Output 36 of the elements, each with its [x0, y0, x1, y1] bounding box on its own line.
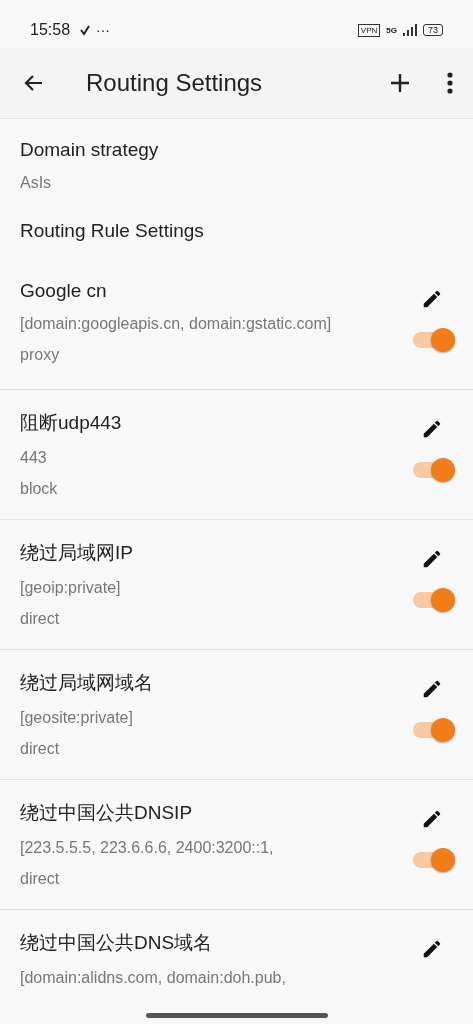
rule-domains: [geosite:private] [20, 709, 134, 727]
screen-title: Routing Settings [86, 69, 263, 97]
network-type: 5G [386, 25, 397, 35]
rule-outbound: direct [20, 610, 61, 628]
rule-title[interactable]: Google cn [20, 280, 413, 302]
battery-indicator: 73 [423, 24, 443, 36]
edit-icon[interactable] [421, 418, 443, 440]
rule-domains: [223.5.5.5, 223.6.6.6, 2400:3200::1, [20, 839, 275, 857]
more-options-icon[interactable] [447, 72, 453, 94]
edit-icon[interactable] [421, 288, 443, 310]
signal-icon [403, 24, 417, 36]
domain-strategy-label[interactable]: Domain strategy [20, 139, 453, 161]
rule-outbound: direct [20, 870, 61, 888]
rule-domains: 443 [20, 449, 48, 467]
add-icon[interactable] [389, 72, 411, 94]
domain-strategy-value: AsIs [20, 174, 53, 192]
vpn-badge: VPN [357, 23, 381, 37]
rule-domains: [domain:alidns.com, domain:doh.pub, [20, 969, 287, 987]
rule-domains: [domain:googleapis.cn, domain:gstatic.com] [20, 315, 333, 333]
rule-title[interactable]: 阻断udp443 [20, 410, 413, 436]
edit-icon[interactable] [421, 938, 443, 960]
section-title: Routing Rule Settings [19, 219, 205, 243]
rule-outbound: block [20, 480, 59, 498]
status-time: 15:58 [30, 21, 71, 39]
more-notifications: ··· [96, 22, 111, 38]
edit-icon[interactable] [421, 548, 443, 570]
edit-icon[interactable] [421, 808, 443, 830]
rule-outbound: proxy [20, 346, 61, 364]
rule-title[interactable]: 绕过局域网域名 [20, 670, 413, 696]
rule-outbound: direct [20, 740, 61, 758]
rule-title[interactable]: 绕过中国公共DNSIP [20, 800, 413, 826]
rule-domains: [geoip:private] [20, 579, 122, 597]
rule-title[interactable]: 绕过中国公共DNS域名 [20, 930, 421, 956]
edit-icon[interactable] [421, 678, 443, 700]
rule-title[interactable]: 绕过局域网IP [20, 540, 413, 566]
check-icon [80, 25, 91, 35]
